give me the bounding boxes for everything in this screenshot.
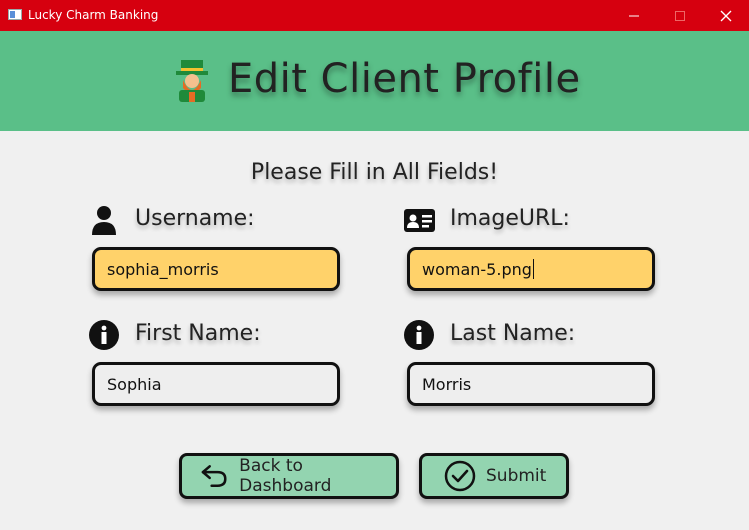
form-instruction: Please Fill in All Fields!: [250, 160, 499, 185]
imageurl-value: woman-5.png: [422, 259, 532, 279]
minimize-icon: [629, 15, 639, 16]
id-card-icon: [404, 209, 435, 232]
minimize-button[interactable]: [611, 0, 657, 31]
first-name-label: First Name:: [135, 321, 261, 346]
info-icon: [404, 320, 434, 350]
close-icon: [720, 10, 732, 21]
text-caret: [532, 259, 534, 279]
check-circle-icon: [444, 460, 476, 492]
username-input[interactable]: sophia_morris: [92, 247, 340, 291]
first-name-input[interactable]: Sophia: [92, 362, 340, 406]
title-bar: Lucky Charm Banking: [0, 0, 749, 31]
last-name-label: Last Name:: [450, 321, 576, 346]
last-name-input[interactable]: Morris: [407, 362, 655, 406]
info-icon: [89, 320, 119, 350]
username-label: Username:: [135, 206, 255, 231]
maximize-icon: [675, 10, 685, 21]
user-icon: [92, 206, 116, 235]
imageurl-input[interactable]: woman-5.png: [407, 247, 655, 291]
last-name-value: Morris: [422, 374, 472, 394]
first-name-value: Sophia: [107, 374, 162, 394]
back-button-label: Back to Dashboard: [239, 456, 332, 496]
back-to-dashboard-button[interactable]: Back to Dashboard: [179, 453, 399, 499]
submit-button[interactable]: Submit: [419, 453, 569, 499]
username-value: sophia_morris: [107, 259, 219, 279]
app-icon: [8, 9, 22, 20]
undo-arrow-icon: [201, 465, 227, 487]
submit-button-label: Submit: [486, 466, 547, 486]
close-button[interactable]: [703, 0, 749, 31]
page-title: Edit Client Profile: [228, 56, 581, 102]
window-title: Lucky Charm Banking: [28, 8, 159, 22]
maximize-button[interactable]: [657, 0, 703, 31]
leprechaun-icon: [176, 60, 208, 102]
imageurl-label: ImageURL:: [450, 206, 570, 231]
